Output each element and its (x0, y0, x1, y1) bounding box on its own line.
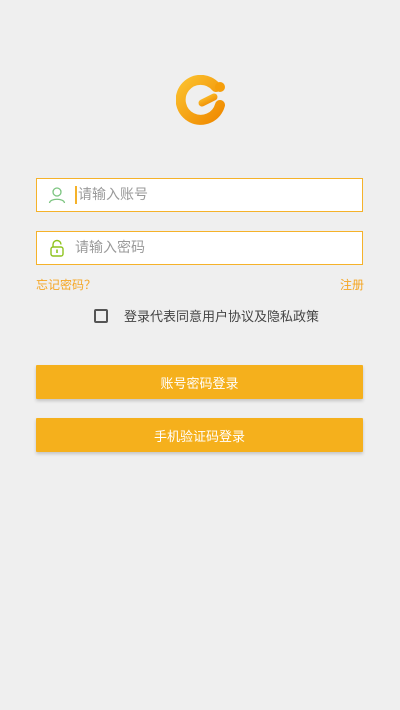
account-field[interactable] (36, 178, 363, 212)
password-input[interactable] (75, 232, 362, 264)
text-cursor (75, 186, 77, 204)
agreement-row: 登录代表同意用户协议及隐私政策 (94, 306, 319, 325)
register-link[interactable]: 注册 (340, 276, 364, 293)
user-icon (47, 185, 67, 205)
account-login-button[interactable]: 账号密码登录 (36, 365, 363, 399)
account-input[interactable] (78, 179, 362, 211)
agreement-text[interactable]: 登录代表同意用户协议及隐私政策 (124, 306, 319, 325)
forgot-password-link[interactable]: 忘记密码？ (36, 276, 96, 293)
phone-login-button[interactable]: 手机验证码登录 (36, 418, 363, 452)
password-field[interactable] (36, 231, 363, 265)
agreement-checkbox[interactable] (94, 308, 108, 323)
brand-logo-icon (175, 74, 228, 127)
lock-icon (47, 238, 67, 258)
